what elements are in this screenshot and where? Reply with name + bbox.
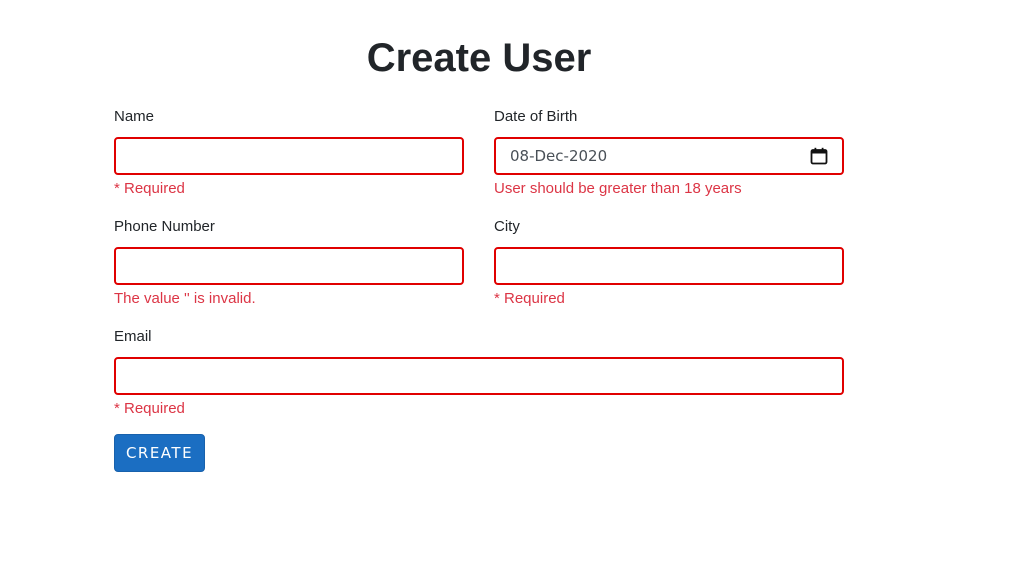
create-user-page: Create User Name * Required Date of Birt… [0, 0, 1026, 584]
page-title: Create User [366, 36, 592, 80]
email-label: Email [114, 328, 152, 345]
name-input-box[interactable] [114, 137, 464, 175]
name-label: Name [114, 108, 155, 125]
phone-label: Phone Number [114, 218, 215, 235]
phone-field-group: Phone Number The value '' is invalid. [114, 218, 464, 308]
phone-error: The value '' is invalid. [114, 290, 256, 307]
phone-input[interactable] [128, 249, 450, 283]
city-label: City [494, 218, 520, 235]
dob-error: User should be greater than 18 years [494, 180, 742, 197]
dob-value: 08-Dec-2020 [510, 147, 608, 165]
city-error: * Required [494, 290, 565, 307]
city-field-group: City * Required [494, 218, 844, 308]
create-button[interactable]: CREATE [114, 434, 205, 472]
name-field-group: Name * Required [114, 108, 464, 198]
email-error: * Required [114, 400, 185, 417]
name-error: * Required [114, 180, 185, 197]
city-input[interactable] [508, 249, 830, 283]
dob-field-group: Date of Birth 08-Dec-2020 User should be… [494, 108, 844, 198]
dob-input[interactable]: 08-Dec-2020 [494, 137, 844, 175]
city-input-box[interactable] [494, 247, 844, 285]
email-field-group: Email * Required [114, 328, 844, 418]
dob-label: Date of Birth [494, 108, 578, 125]
email-input[interactable] [128, 359, 830, 393]
name-input[interactable] [128, 139, 450, 173]
phone-input-box[interactable] [114, 247, 464, 285]
email-input-box[interactable] [114, 357, 844, 395]
calendar-icon[interactable] [810, 147, 828, 165]
